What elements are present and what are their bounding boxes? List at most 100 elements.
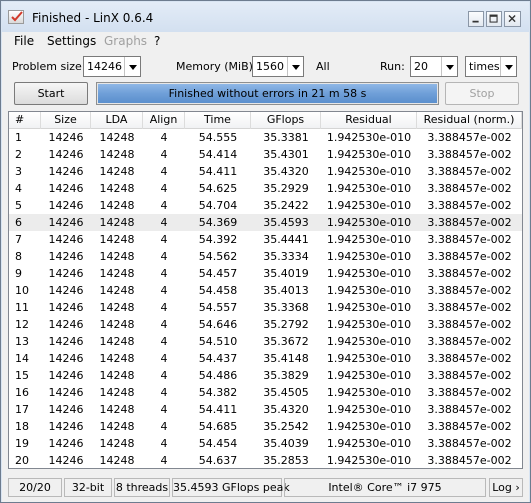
all-memory-label[interactable]: All <box>316 60 330 73</box>
cell-align: 4 <box>160 403 168 416</box>
status-cpu: Intel® Core™ i7 975 <box>284 478 486 497</box>
cell-residual-norm: 3.388457e-002 <box>427 165 512 178</box>
table-row[interactable]: 12 14246 14248 4 54.646 35.2792 1.942530e-010 3… <box>9 316 522 333</box>
table-row[interactable]: 15 14246 14248 4 54.486 35.3829 1.942530e-010 3… <box>9 367 522 384</box>
table-row[interactable]: 14 14246 14248 4 54.437 35.4148 1.942530e-010 3… <box>9 350 522 367</box>
minimize-button[interactable] <box>468 11 484 27</box>
menu-settings[interactable]: Settings <box>47 34 96 48</box>
chevron-down-icon[interactable] <box>441 57 457 76</box>
cell-size: 14246 <box>48 148 84 161</box>
run-unit-value: times <box>469 60 500 73</box>
table-row[interactable]: 2 14246 14248 4 54.414 35.4301 1.942530e-010 3.… <box>9 146 522 163</box>
cell-residual-norm: 3.388457e-002 <box>427 403 512 416</box>
cell-align: 4 <box>160 182 168 195</box>
cell-residual: 1.942530e-010 <box>326 318 412 331</box>
linx-app-icon <box>8 10 24 24</box>
table-row[interactable]: 18 14246 14248 4 54.685 35.2542 1.942530e-010 3… <box>9 418 522 435</box>
results-table[interactable]: # Size LDA Align Time GFlops Residual Residual … <box>8 111 523 469</box>
cell-residual-norm: 3.388457e-002 <box>427 437 512 450</box>
table-row[interactable]: 11 14246 14248 4 54.557 35.3368 1.942530e-010 3… <box>9 299 522 316</box>
column-header-lda[interactable]: LDA <box>91 112 143 129</box>
cell-residual-norm: 3.388457e-002 <box>427 369 512 382</box>
maximize-button[interactable] <box>486 11 502 27</box>
table-row[interactable]: 4 14246 14248 4 54.625 35.2929 1.942530e-010 3.… <box>9 180 522 197</box>
memory-combo[interactable]: 1560 <box>252 56 304 77</box>
cell-time: 54.382 <box>198 386 238 399</box>
cell-size: 14246 <box>48 233 84 246</box>
table-row[interactable]: 1 14246 14248 4 54.555 35.3381 1.942530e-010 3.… <box>9 129 522 146</box>
table-row[interactable]: 10 14246 14248 4 54.458 35.4013 1.942530e-010 3… <box>9 282 522 299</box>
column-header-gflops[interactable]: GFlops <box>251 112 321 129</box>
cell-lda: 14248 <box>99 199 135 212</box>
cell-residual-norm: 3.388457e-002 <box>427 182 512 195</box>
table-row[interactable]: 7 14246 14248 4 54.392 35.4441 1.942530e-010 3.… <box>9 231 522 248</box>
cell-size: 14246 <box>48 216 84 229</box>
title-bar[interactable]: Finished - LinX 0.6.4 <box>2 2 529 32</box>
chevron-down-icon[interactable] <box>124 57 140 76</box>
cell-num: 1 <box>15 131 22 144</box>
log-button[interactable]: Log › <box>489 478 523 497</box>
cell-align: 4 <box>160 352 168 365</box>
cell-residual: 1.942530e-010 <box>326 267 412 280</box>
column-header-residual-norm[interactable]: Residual (norm.) <box>417 112 522 129</box>
cell-lda: 14248 <box>99 437 135 450</box>
cell-residual-norm: 3.388457e-002 <box>427 216 512 229</box>
cell-lda: 14248 <box>99 454 135 467</box>
cell-time: 54.414 <box>198 148 238 161</box>
cell-size: 14246 <box>48 131 84 144</box>
menu-help[interactable]: ? <box>154 34 160 48</box>
table-row[interactable]: 9 14246 14248 4 54.457 35.4019 1.942530e-010 3.… <box>9 265 522 282</box>
menu-graphs[interactable]: Graphs <box>104 34 147 48</box>
cell-size: 14246 <box>48 318 84 331</box>
table-row[interactable]: 6 14246 14248 4 54.369 35.4593 1.942530e-010 3.… <box>9 214 522 231</box>
cell-gflops: 35.4505 <box>263 386 309 399</box>
problem-size-combo[interactable]: 14246 <box>83 56 141 77</box>
cell-size: 14246 <box>48 437 84 450</box>
cell-size: 14246 <box>48 369 84 382</box>
window-title: Finished - LinX 0.6.4 <box>32 11 154 25</box>
run-count-combo[interactable]: 20 <box>410 56 458 77</box>
cell-time: 54.557 <box>198 301 238 314</box>
cell-lda: 14248 <box>99 182 135 195</box>
cell-size: 14246 <box>48 165 84 178</box>
cell-residual: 1.942530e-010 <box>326 199 412 212</box>
close-button[interactable] <box>504 11 521 27</box>
cell-align: 4 <box>160 165 168 178</box>
column-header-residual[interactable]: Residual <box>321 112 417 129</box>
column-header-num[interactable]: # <box>9 112 41 129</box>
menu-file[interactable]: File <box>14 34 34 48</box>
stop-button[interactable]: Stop <box>445 82 519 105</box>
table-row[interactable]: 19 14246 14248 4 54.454 35.4039 1.942530e-010 3… <box>9 435 522 452</box>
column-header-size[interactable]: Size <box>41 112 91 129</box>
cell-time: 54.562 <box>198 250 238 263</box>
cell-gflops: 35.2853 <box>263 454 309 467</box>
cell-size: 14246 <box>48 199 84 212</box>
column-header-time[interactable]: Time <box>185 112 251 129</box>
start-button[interactable]: Start <box>14 82 88 105</box>
table-row[interactable]: 5 14246 14248 4 54.704 35.2422 1.942530e-010 3.… <box>9 197 522 214</box>
cell-lda: 14248 <box>99 165 135 178</box>
cell-residual-norm: 3.388457e-002 <box>427 454 512 467</box>
table-row[interactable]: 16 14246 14248 4 54.382 35.4505 1.942530e-010 3… <box>9 384 522 401</box>
cell-residual: 1.942530e-010 <box>326 216 412 229</box>
table-row[interactable]: 13 14246 14248 4 54.510 35.3672 1.942530e-010 3… <box>9 333 522 350</box>
cell-lda: 14248 <box>99 216 135 229</box>
chevron-down-icon[interactable] <box>500 57 516 76</box>
chevron-down-icon[interactable] <box>287 57 303 76</box>
cell-time: 54.625 <box>198 182 238 195</box>
cell-num: 5 <box>15 199 22 212</box>
cell-num: 20 <box>15 454 29 467</box>
cell-gflops: 35.2422 <box>263 199 309 212</box>
column-header-align[interactable]: Align <box>143 112 185 129</box>
table-row[interactable]: 20 14246 14248 4 54.637 35.2853 1.942530e-010 3… <box>9 452 522 469</box>
app-window: Finished - LinX 0.6.4 File Settings Grap… <box>0 0 531 503</box>
table-row[interactable]: 3 14246 14248 4 54.411 35.4320 1.942530e-010 3.… <box>9 163 522 180</box>
table-row[interactable]: 17 14246 14248 4 54.411 35.4320 1.942530e-010 3… <box>9 401 522 418</box>
cell-align: 4 <box>160 216 168 229</box>
cell-size: 14246 <box>48 454 84 467</box>
table-row[interactable]: 8 14246 14248 4 54.562 35.3334 1.942530e-010 3.… <box>9 248 522 265</box>
cell-lda: 14248 <box>99 301 135 314</box>
cell-residual-norm: 3.388457e-002 <box>427 131 512 144</box>
menu-bar: File Settings Graphs ? <box>2 32 529 50</box>
run-unit-combo[interactable]: times <box>465 56 517 77</box>
